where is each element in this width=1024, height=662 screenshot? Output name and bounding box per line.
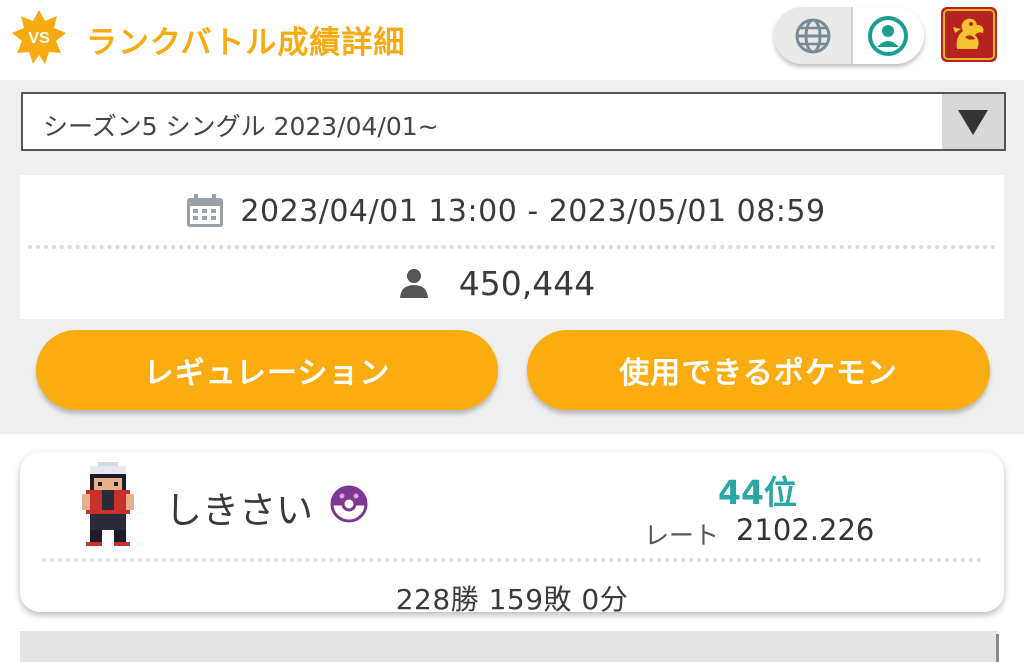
season-select[interactable]: シーズン5 シングル 2023/04/01~ bbox=[21, 92, 1006, 151]
ball-icon bbox=[330, 485, 368, 523]
language-button[interactable] bbox=[774, 7, 852, 64]
vs-badge-icon: VS bbox=[10, 8, 68, 66]
profile-button[interactable] bbox=[852, 7, 924, 64]
next-card-placeholder bbox=[20, 631, 998, 662]
header-icon-group bbox=[774, 7, 924, 64]
dragon-emblem-icon[interactable] bbox=[941, 7, 997, 62]
win-loss-record: 228勝 159敗 0分 bbox=[395, 583, 629, 616]
season-period-row: 2023/04/01 13:00 - 2023/05/01 08:59 bbox=[20, 175, 1004, 247]
season-period: 2023/04/01 13:00 - 2023/05/01 08:59 bbox=[240, 193, 826, 229]
rate-label: レート bbox=[644, 521, 720, 550]
page-title: ランクバトル成績詳細 bbox=[86, 25, 406, 61]
globe-icon bbox=[795, 18, 831, 53]
usable-pokemon-button[interactable]: 使用できるポケモン bbox=[527, 330, 990, 410]
player-rank: 44位 bbox=[718, 473, 797, 512]
chevron-down-icon[interactable] bbox=[942, 94, 1004, 149]
player-name: しきさい bbox=[165, 489, 313, 532]
regulation-button[interactable]: レギュレーション bbox=[36, 330, 498, 410]
user-profile-icon bbox=[868, 15, 908, 56]
app-header: VS ランクバトル成績詳細 bbox=[0, 0, 1024, 80]
vs-badge-text: VS bbox=[28, 30, 50, 47]
players-row: 450,444 bbox=[20, 249, 1004, 317]
person-icon bbox=[399, 269, 428, 298]
rate-value: 2102.226 bbox=[736, 513, 875, 547]
season-info-card: 2023/04/01 13:00 - 2023/05/01 08:59 450,… bbox=[20, 175, 1004, 319]
dotted-divider bbox=[42, 558, 982, 562]
season-select-value: シーズン5 シングル 2023/04/01~ bbox=[43, 112, 439, 141]
player-count: 450,444 bbox=[458, 263, 596, 303]
scrollbar[interactable] bbox=[996, 634, 999, 662]
calendar-icon bbox=[187, 194, 224, 227]
avatar bbox=[82, 462, 134, 546]
player-rank-card[interactable]: しきさい 44位 レート 2102.226 228勝 159敗 0分 bbox=[20, 452, 1004, 616]
